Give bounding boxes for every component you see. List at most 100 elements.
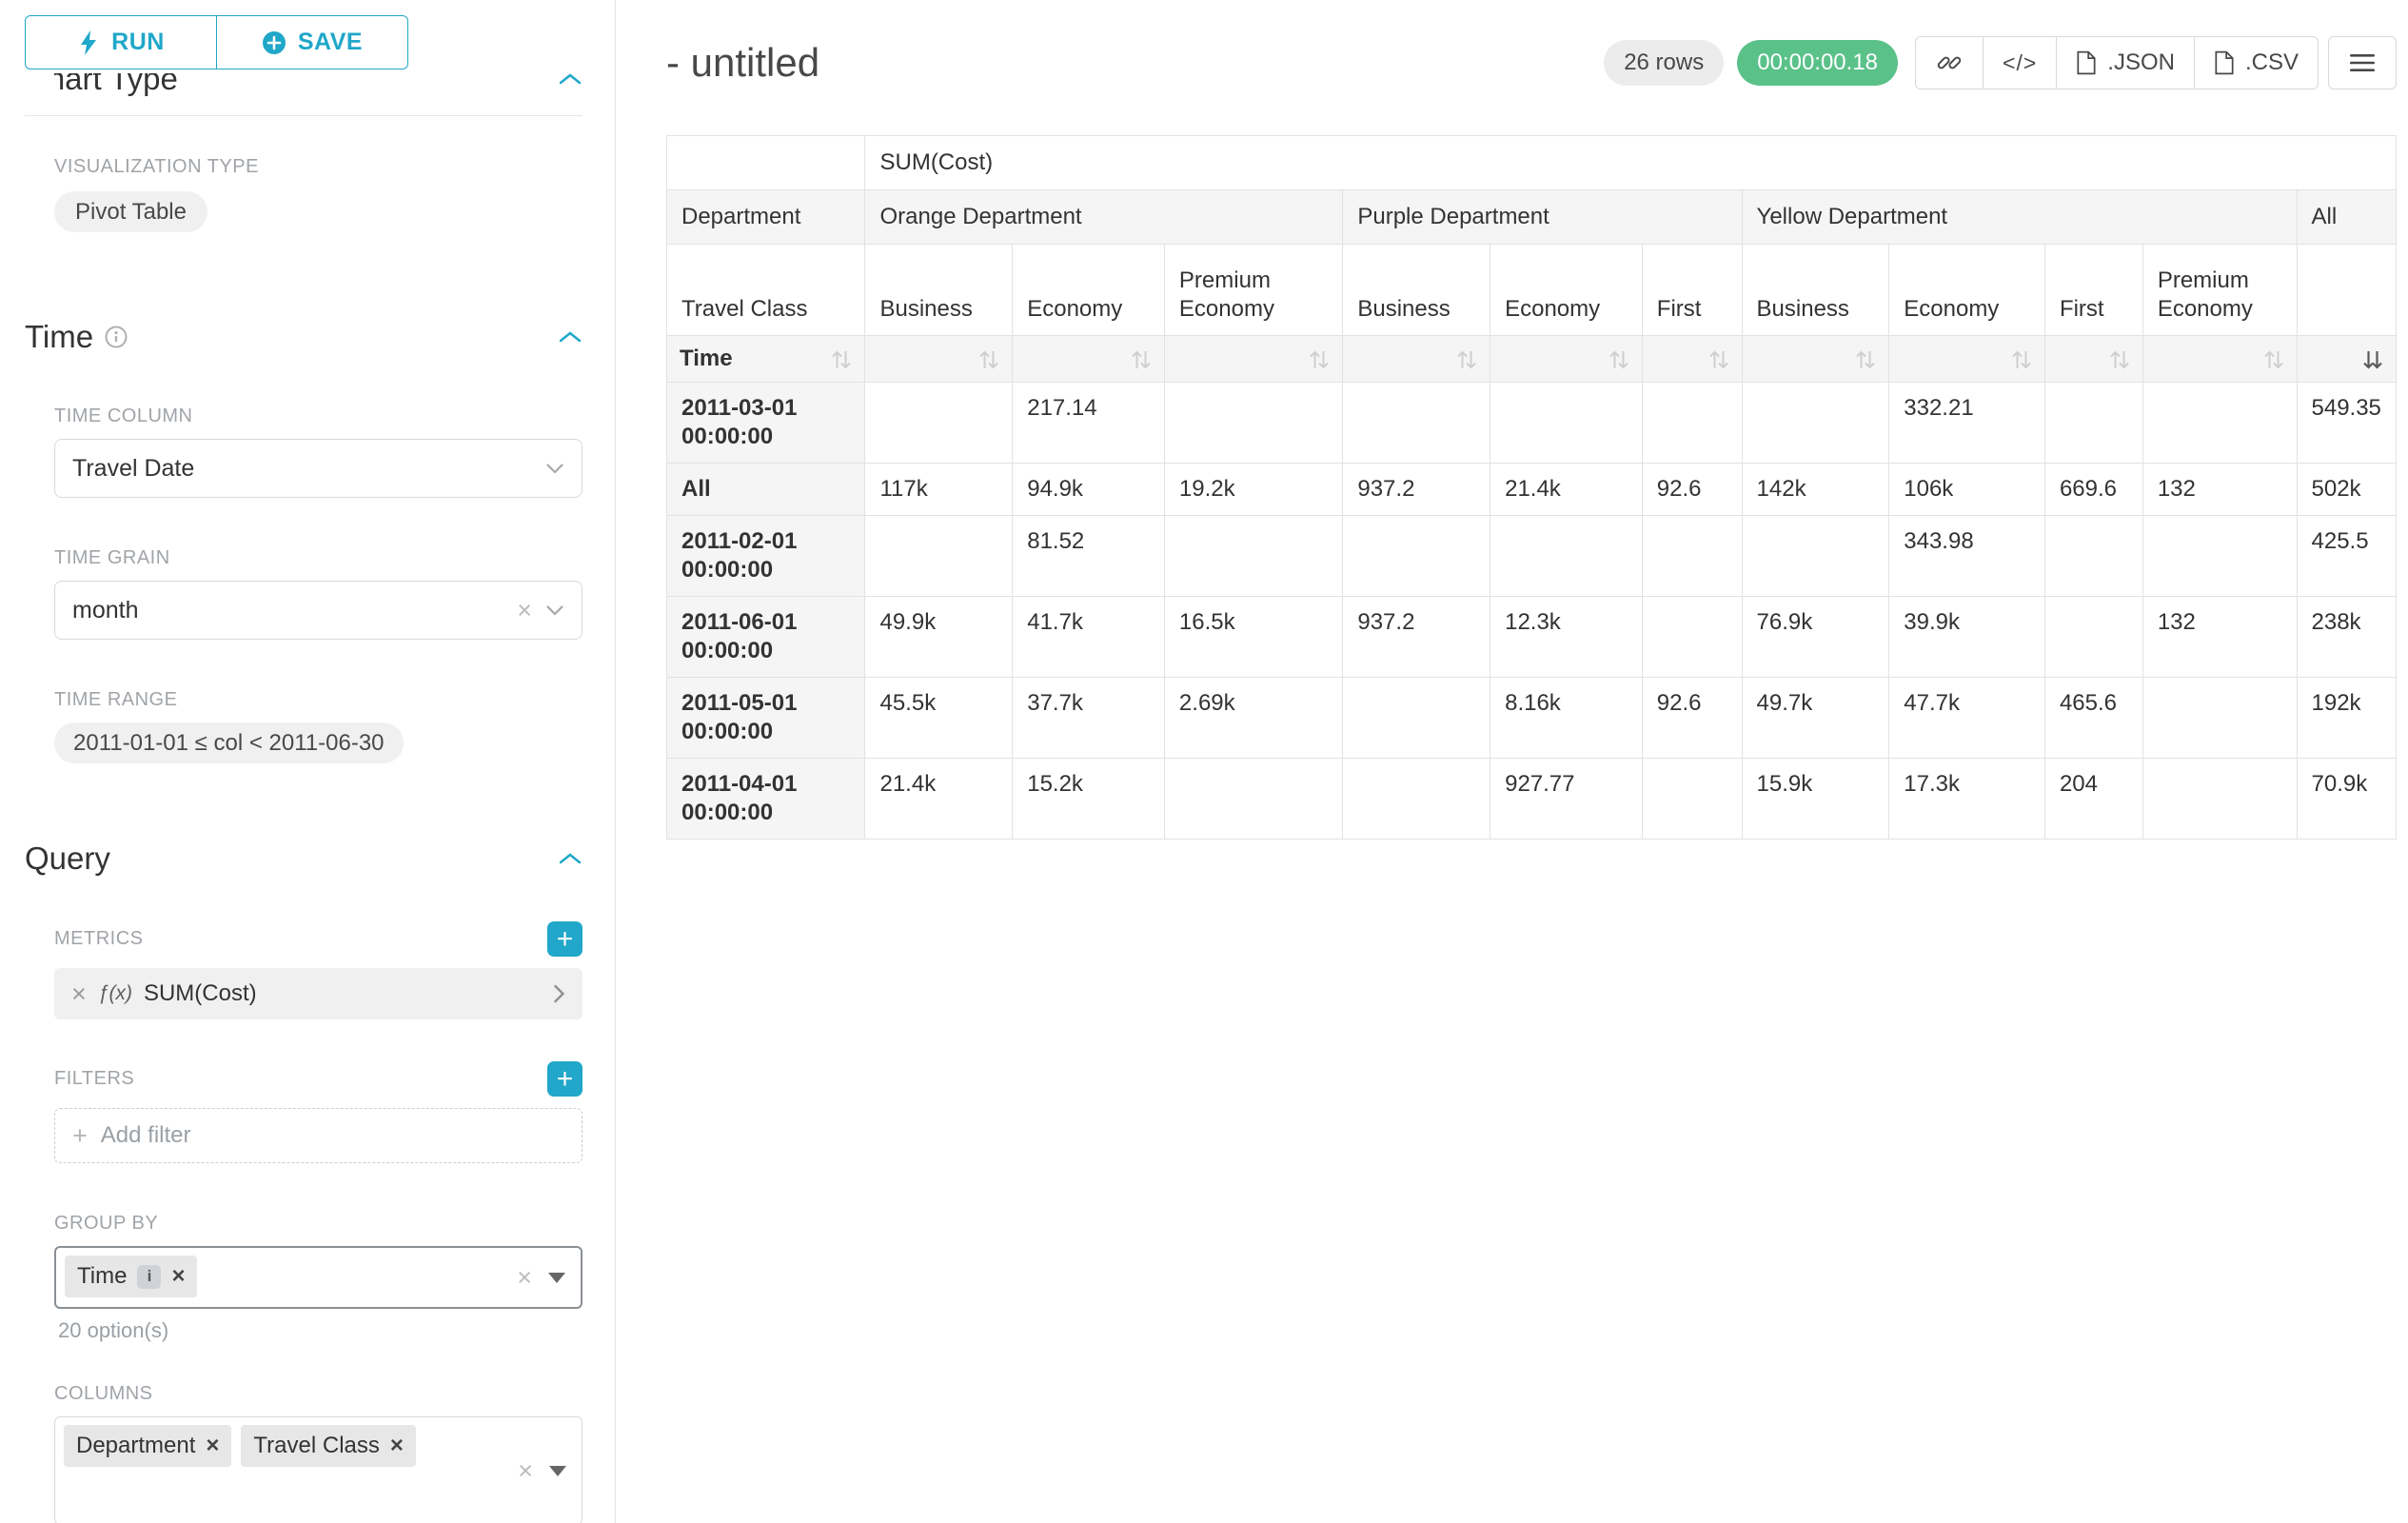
time-grain-select[interactable]: month × — [54, 581, 582, 640]
remove-tag-icon[interactable]: × — [390, 1433, 404, 1459]
clear-icon[interactable]: × — [518, 1458, 533, 1484]
chevron-down-icon — [545, 604, 564, 617]
function-icon: ƒ(x) — [98, 982, 132, 1005]
pivot-value-cell — [1164, 516, 1342, 597]
sort-updown-icon — [978, 348, 999, 371]
column-sort-button[interactable] — [2044, 336, 2142, 383]
pivot-subcolumn-header: Economy — [1490, 245, 1643, 336]
pivot-group-header: All — [2297, 190, 2397, 245]
caret-down-icon[interactable] — [548, 1273, 565, 1283]
info-icon: i — [137, 1265, 161, 1289]
pivot-value-cell — [1343, 759, 1490, 840]
pivot-table-container: SUM(Cost)DepartmentOrange DepartmentPurp… — [666, 135, 2397, 840]
pivot-value-cell: 92.6 — [1642, 464, 1742, 516]
visualization-type-value[interactable]: Pivot Table — [54, 191, 207, 232]
group-by-options-hint: 20 option(s) — [54, 1318, 582, 1343]
clear-icon[interactable]: × — [517, 1265, 532, 1291]
sort-updown-icon — [1708, 348, 1729, 371]
pivot-value-cell: 94.9k — [1013, 464, 1165, 516]
chevron-up-icon[interactable] — [558, 329, 582, 345]
column-sort-button[interactable] — [2142, 336, 2297, 383]
remove-tag-icon[interactable]: × — [206, 1433, 219, 1459]
pivot-data-row: 2011-05-01 00:00:0045.5k37.7k2.69k8.16k9… — [667, 678, 2397, 759]
sort-updown-icon — [1309, 348, 1330, 371]
add-filter-button[interactable]: + Add filter — [54, 1108, 582, 1163]
remove-metric-icon[interactable]: × — [71, 979, 87, 1009]
pivot-group-header: Purple Department — [1343, 190, 1742, 245]
chevron-up-icon[interactable] — [558, 73, 582, 87]
add-filter-plus-button[interactable]: + — [547, 1061, 582, 1097]
pivot-value-cell: 425.5 — [2297, 516, 2397, 597]
share-link-button[interactable] — [1915, 36, 1984, 89]
control-panel-scroll[interactable]: Chart Type VISUALIZATION TYPE Pivot Tabl… — [0, 69, 615, 1523]
column-sort-button[interactable] — [1343, 336, 1490, 383]
info-icon — [105, 326, 128, 348]
column-sort-button[interactable] — [865, 336, 1013, 383]
more-options-button[interactable] — [2328, 36, 2397, 89]
column-sort-button[interactable] — [1164, 336, 1342, 383]
chevron-right-icon[interactable] — [553, 983, 565, 1004]
pivot-value-cell: 37.7k — [1013, 678, 1165, 759]
chevron-up-icon[interactable] — [558, 851, 582, 866]
pivot-data-row: 2011-03-01 00:00:00217.14332.21549.35 — [667, 383, 2397, 464]
metric-item[interactable]: × ƒ(x) SUM(Cost) — [54, 968, 582, 1019]
chevron-down-icon — [545, 463, 564, 475]
sort-updown-icon — [2109, 348, 2130, 371]
lightning-icon — [77, 30, 100, 56]
group-by-select[interactable]: Time i × × — [54, 1246, 582, 1309]
pivot-value-cell: 92.6 — [1642, 678, 1742, 759]
save-button-label: SAVE — [298, 29, 363, 56]
remove-tag-icon[interactable]: × — [171, 1263, 185, 1290]
time-range-value[interactable]: 2011-01-01 ≤ col < 2011-06-30 — [54, 722, 404, 763]
file-icon — [2076, 50, 2097, 75]
pivot-value-cell — [1164, 383, 1342, 464]
time-section-title: Time — [25, 318, 93, 356]
clear-icon[interactable]: × — [517, 598, 532, 623]
pivot-group-header: Orange Department — [865, 190, 1343, 245]
pivot-data-row: 2011-04-01 00:00:0021.4k15.2k927.7715.9k… — [667, 759, 2397, 840]
chart-title[interactable]: - untitled — [666, 40, 819, 86]
pivot-value-cell — [1164, 759, 1342, 840]
pivot-corner-cell — [667, 136, 865, 190]
column-sort-button[interactable] — [1742, 336, 1889, 383]
pivot-value-cell — [1490, 516, 1643, 597]
column-sort-button[interactable] — [2297, 336, 2397, 383]
metric-header-row: SUM(Cost) — [667, 136, 2397, 190]
plus-circle-icon — [262, 30, 286, 55]
view-query-button[interactable]: </> — [1983, 36, 2057, 89]
save-button[interactable]: SAVE — [216, 15, 408, 69]
column-sort-button[interactable] — [1490, 336, 1643, 383]
pivot-column-dimension-label: Department — [667, 190, 865, 245]
export-csv-button[interactable]: .CSV — [2194, 36, 2319, 89]
add-metric-button[interactable]: + — [547, 921, 582, 957]
column-sort-button[interactable] — [1013, 336, 1165, 383]
subcolumn-row: Travel ClassBusinessEconomyPremium Econo… — [667, 245, 2397, 336]
caret-down-icon[interactable] — [549, 1466, 566, 1476]
columns-tag[interactable]: Department × — [64, 1425, 231, 1467]
pivot-row-header: All — [667, 464, 865, 516]
run-save-button-group: RUN SAVE — [25, 15, 408, 69]
sort-updown-icon — [2263, 348, 2284, 371]
time-column-select[interactable]: Travel Date — [54, 439, 582, 498]
columns-select[interactable]: Department × Travel Class × × — [54, 1416, 582, 1523]
pivot-value-cell — [1490, 383, 1643, 464]
pivot-value-cell: 49.7k — [1742, 678, 1889, 759]
column-sort-button[interactable] — [1642, 336, 1742, 383]
pivot-row-header: 2011-04-01 00:00:00 — [667, 759, 865, 840]
pivot-row-dimension-label[interactable]: Time — [667, 336, 865, 383]
pivot-value-cell: 21.4k — [865, 759, 1013, 840]
query-section-title: Query — [25, 840, 110, 878]
pivot-value-cell: 117k — [865, 464, 1013, 516]
run-button[interactable]: RUN — [25, 15, 217, 69]
pivot-value-cell: 41.7k — [1013, 597, 1165, 678]
control-panel: RUN SAVE Chart Type VISUALIZATION TYPE — [0, 0, 616, 1523]
pivot-value-cell: 15.9k — [1742, 759, 1889, 840]
pivot-value-cell — [2142, 678, 2297, 759]
column-sort-button[interactable] — [1889, 336, 2045, 383]
group-by-tag[interactable]: Time i × — [65, 1256, 197, 1297]
pivot-value-cell — [865, 383, 1013, 464]
columns-tag[interactable]: Travel Class × — [241, 1425, 415, 1467]
chart-header-controls: 26 rows 00:00:00.18 </> .JSON . — [1604, 36, 2397, 89]
export-json-button[interactable]: .JSON — [2056, 36, 2195, 89]
run-button-label: RUN — [111, 29, 165, 56]
